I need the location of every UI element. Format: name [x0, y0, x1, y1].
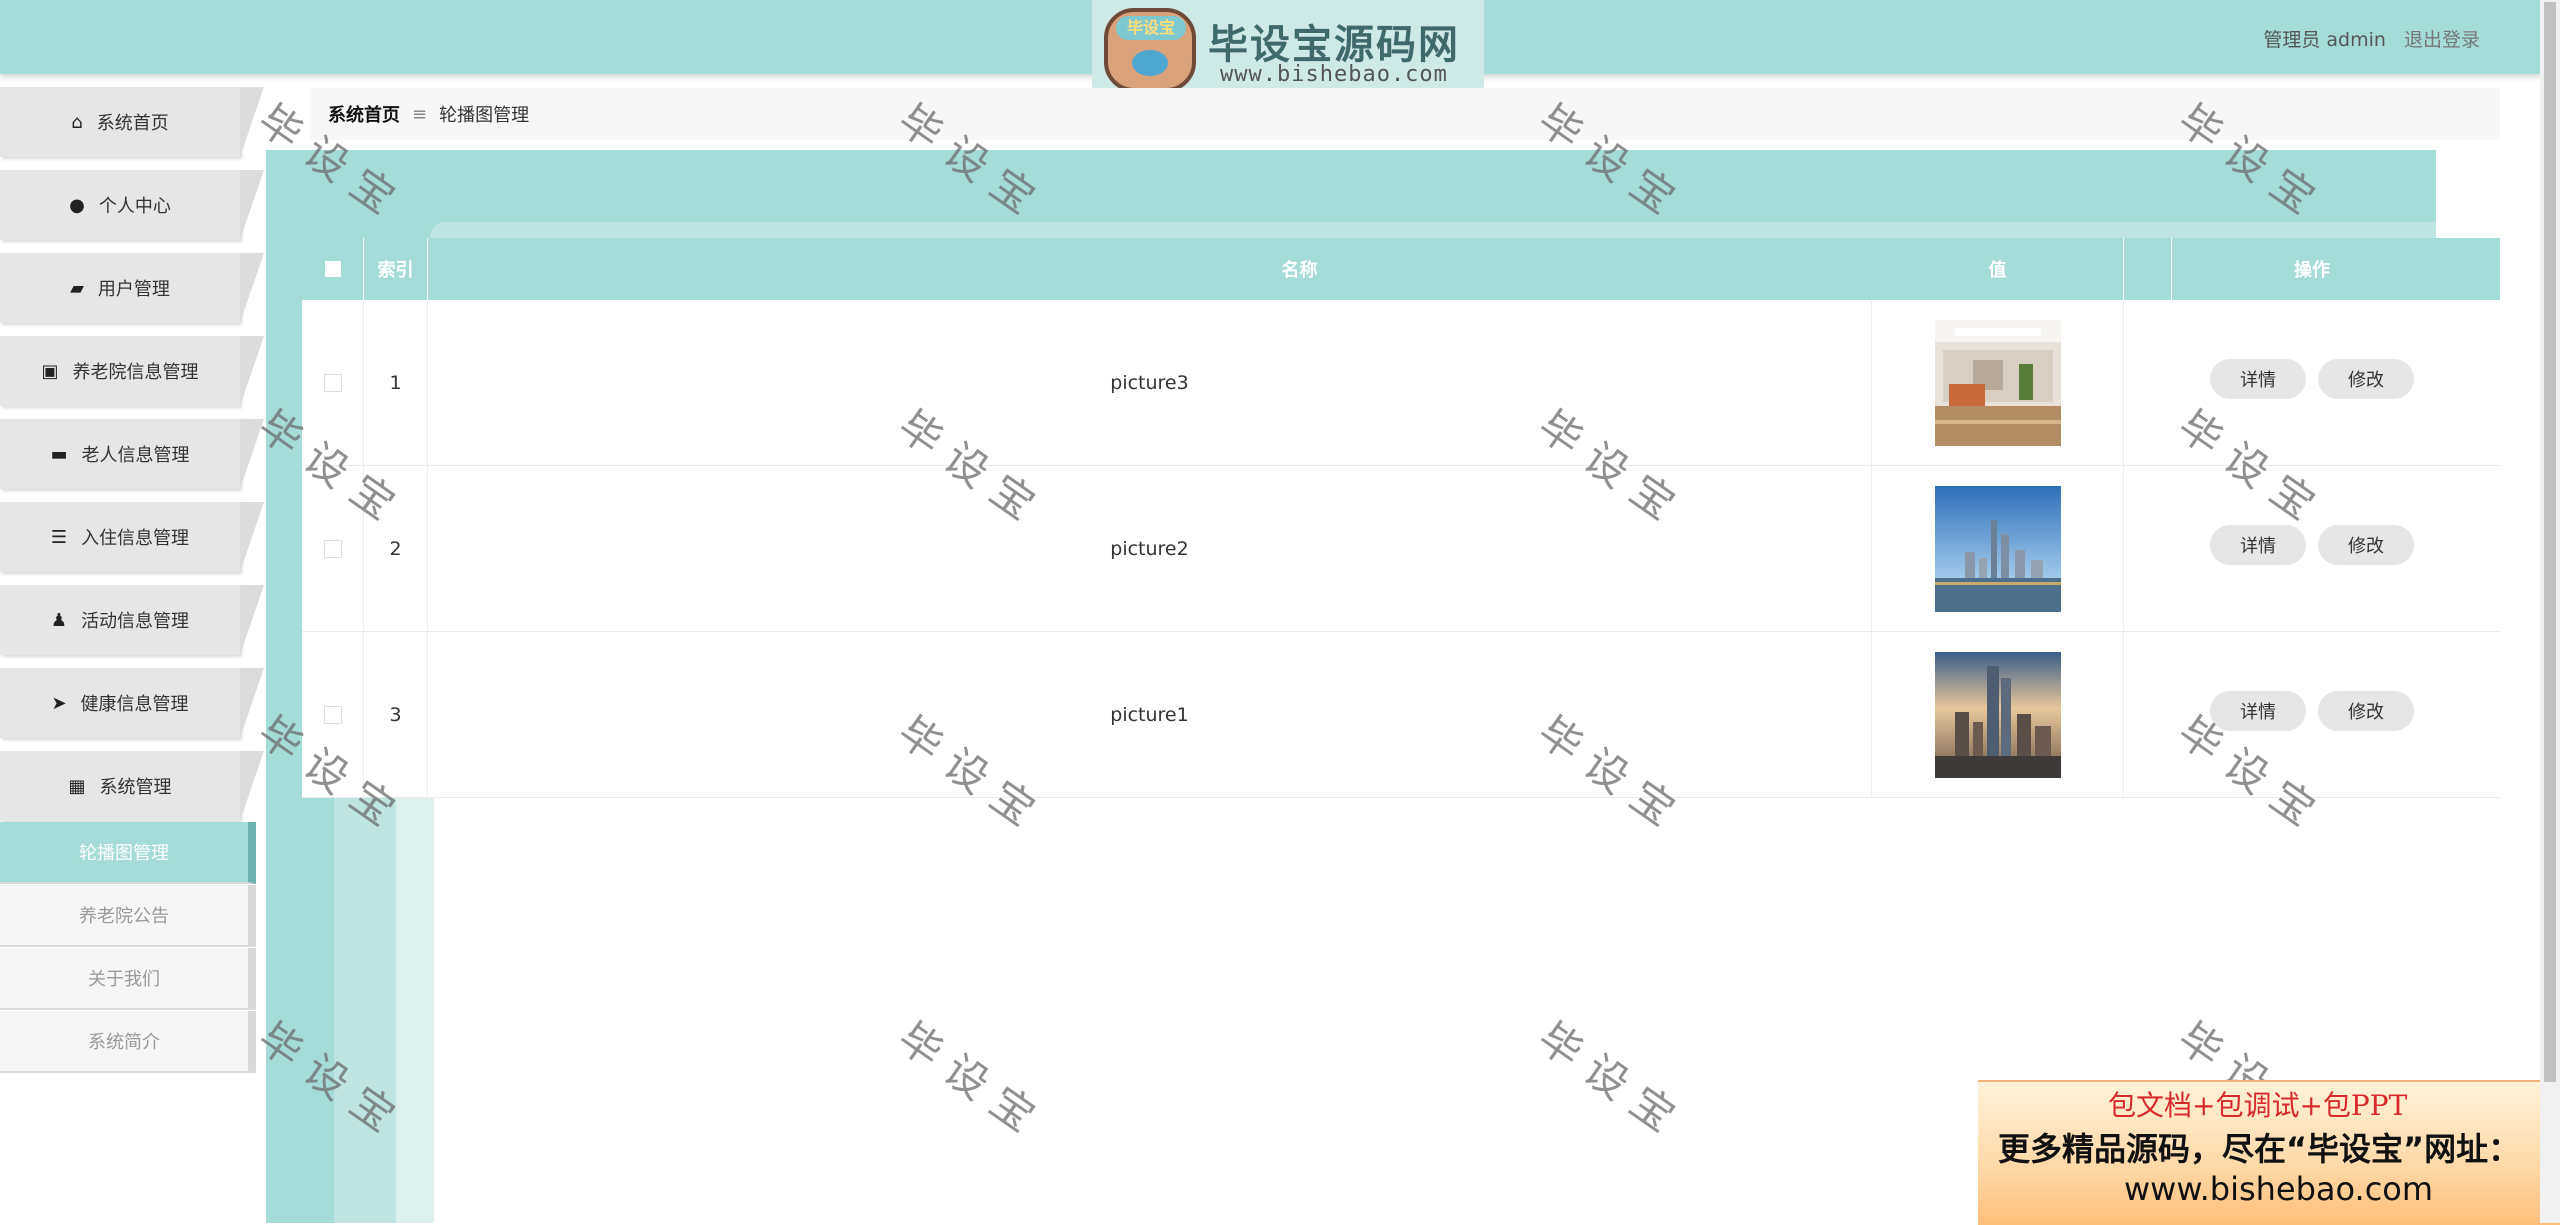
row-checkbox[interactable] [302, 300, 364, 465]
table-row: 2 picture2 详情 修改 [302, 466, 2500, 632]
watermark: 毕设宝 [889, 1012, 1056, 1150]
header-index: 索引 [364, 238, 428, 300]
breadcrumb: 系统首页 ≡ 轮播图管理 [310, 88, 2500, 140]
sidebar-item-profile[interactable]: ● 个人中心 [0, 170, 266, 240]
promo-line-3: www.bishebao.com [2124, 1170, 2434, 1208]
inbox-icon: ▬ [50, 443, 68, 465]
sidebar-item-elders[interactable]: ▬ 老人信息管理 [0, 419, 266, 489]
sidebar-item-label: 活动信息管理 [81, 611, 190, 632]
row-actions: 详情 修改 [2124, 466, 2500, 631]
submenu-item-about[interactable]: 关于我们 [0, 948, 256, 1010]
breadcrumb-separator-icon: ≡ [412, 103, 428, 125]
promo-line-2: 更多精品源码，尽在“毕设宝”网址： [1998, 1130, 2521, 1168]
page-scrollbar[interactable] [2540, 0, 2560, 1223]
table-header: 索引 名称 值 操作 [302, 238, 2500, 300]
home-icon: ⌂ [71, 111, 83, 133]
header-ops: 操作 [2294, 260, 2330, 281]
top-header: 毕设宝 毕设宝源码网 www.bishebao.com 管理员 admin 退出… [0, 0, 2540, 100]
user-icon: ● [69, 194, 85, 216]
breadcrumb-current: 轮播图管理 [439, 105, 530, 126]
briefcase-icon: ▣ [41, 360, 59, 382]
row-checkbox[interactable] [302, 466, 364, 631]
header-value: 值 [1872, 238, 2124, 300]
breadcrumb-home[interactable]: 系统首页 [328, 101, 400, 127]
row-index: 1 [364, 300, 428, 465]
row-index: 3 [364, 632, 428, 797]
row-index: 2 [364, 466, 428, 631]
accent-bar-tertiary [396, 790, 434, 1223]
sidebar-item-label: 入住信息管理 [81, 528, 190, 549]
person-icon: ♟ [50, 609, 68, 631]
sidebar-item-label: 养老院信息管理 [72, 362, 199, 383]
sidebar-item-activities[interactable]: ♟ 活动信息管理 [0, 585, 266, 655]
logo-badge: 毕设宝 [1116, 16, 1186, 40]
row-checkbox[interactable] [302, 632, 364, 797]
logo-mascot-icon: 毕设宝 [1104, 8, 1196, 92]
row-image-cell [1872, 300, 2124, 465]
sidebar-item-health[interactable]: ➤ 健康信息管理 [0, 668, 266, 738]
row-name: picture1 [428, 632, 1872, 797]
select-all-checkbox[interactable] [302, 238, 364, 300]
row-actions: 详情 修改 [2124, 300, 2500, 465]
sidebar-item-label: 个人中心 [98, 196, 171, 217]
row-image-cell [1872, 466, 2124, 631]
sidebar-item-label: 用户管理 [97, 279, 170, 300]
site-logo: 毕设宝 毕设宝源码网 www.bishebao.com [1092, 0, 1484, 100]
header-user-area: 管理员 admin 退出登录 [2263, 25, 2480, 52]
lobby-photo [1934, 319, 2061, 446]
row-actions: 详情 修改 [2124, 632, 2500, 797]
wallet-icon: ▰ [70, 277, 84, 299]
logo-url: www.bishebao.com [1220, 62, 1448, 87]
promo-banner[interactable]: 包文档+包调试+包PPT 更多精品源码，尽在“毕设宝”网址： www.bishe… [1978, 1080, 2560, 1225]
sidebar-item-label: 老人信息管理 [81, 445, 190, 466]
row-name: picture3 [428, 300, 1872, 465]
edit-button[interactable]: 修改 [2318, 524, 2414, 565]
sidebar-item-system[interactable]: ▦ 系统管理 [0, 751, 266, 821]
row-image-cell [1872, 632, 2124, 797]
sidebar-item-home[interactable]: ⌂ 系统首页 [0, 87, 266, 157]
city-skyline-photo [1934, 485, 2061, 612]
content-banner-light [430, 222, 2436, 238]
submenu-item-announcement[interactable]: 养老院公告 [0, 885, 256, 947]
logout-link[interactable]: 退出登录 [2404, 29, 2480, 51]
sidebar-item-label: 系统首页 [96, 113, 169, 134]
list-icon: ☰ [50, 526, 68, 548]
sidebar-item-users[interactable]: ▰ 用户管理 [0, 253, 266, 323]
sidebar-item-label: 系统管理 [99, 777, 172, 798]
sidebar-item-checkin[interactable]: ☰ 入住信息管理 [0, 502, 266, 572]
detail-button[interactable]: 详情 [2210, 690, 2306, 731]
send-icon: ➤ [51, 692, 67, 714]
submenu-item-carousel[interactable]: 轮播图管理 [0, 822, 256, 884]
user-label: 管理员 admin [2263, 29, 2386, 51]
sidebar-item-nursing-home[interactable]: ▣ 养老院信息管理 [0, 336, 266, 406]
edit-button[interactable]: 修改 [2318, 690, 2414, 731]
accent-bar-secondary [334, 790, 396, 1223]
table-row: 3 picture1 详情 修改 [302, 632, 2500, 798]
detail-button[interactable]: 详情 [2210, 358, 2306, 399]
table-row: 1 picture3 详情 修改 [302, 300, 2500, 466]
promo-line-1: 包文档+包调试+包PPT [2108, 1089, 2408, 1122]
edit-button[interactable]: 修改 [2318, 358, 2414, 399]
detail-button[interactable]: 详情 [2210, 524, 2306, 565]
logo-face [1132, 50, 1168, 76]
city-sunset-photo [1934, 651, 2061, 778]
submenu-item-intro[interactable]: 系统简介 [0, 1011, 256, 1073]
watermark: 毕设宝 [1529, 1012, 1696, 1150]
scrollbar-thumb[interactable] [2544, 2, 2556, 1082]
sidebar-item-label: 健康信息管理 [80, 694, 189, 715]
grid-icon: ▦ [68, 775, 86, 797]
row-name: picture2 [428, 466, 1872, 631]
